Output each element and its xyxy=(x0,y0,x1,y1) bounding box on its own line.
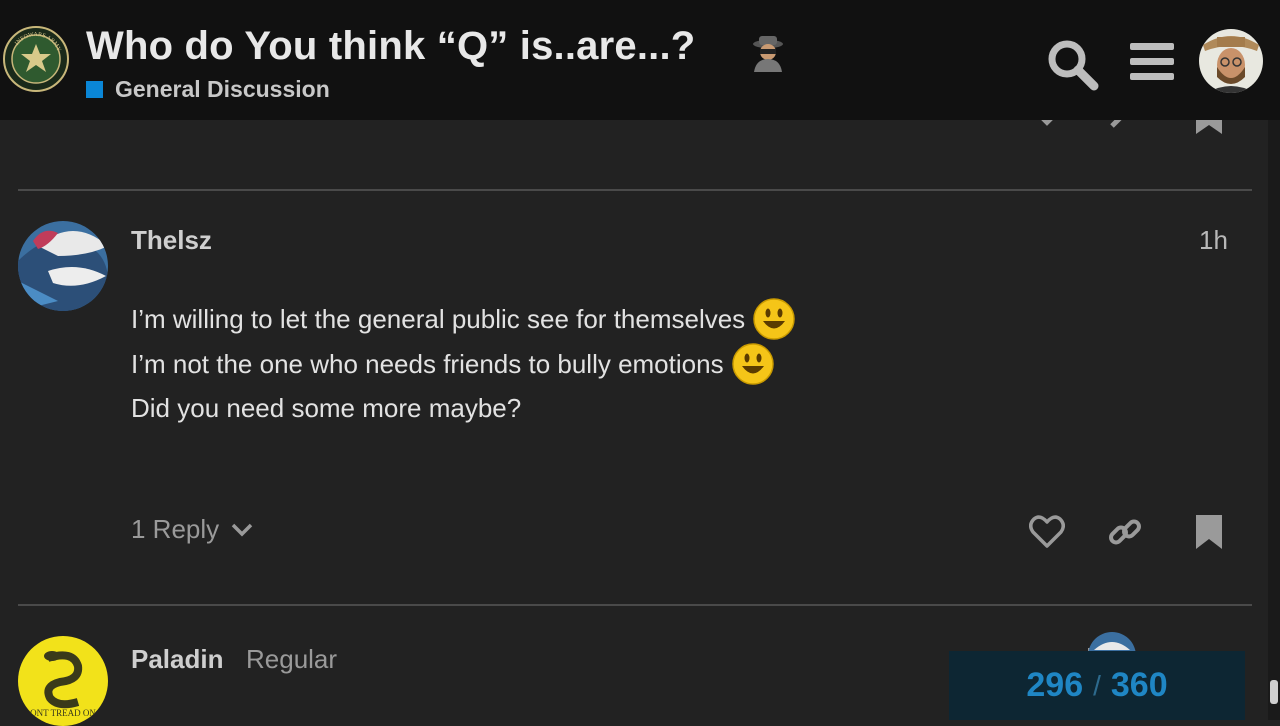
hamburger-menu-icon[interactable] xyxy=(1128,40,1176,84)
post-divider xyxy=(18,189,1252,191)
post-body: I’m willing to let the general public se… xyxy=(131,297,795,431)
show-replies-button[interactable]: 1 Reply xyxy=(131,514,255,545)
current-post-number: 296 xyxy=(1026,666,1084,704)
post-username[interactable]: Paladin xyxy=(131,644,223,675)
scrollbar-thumb[interactable] xyxy=(1270,680,1278,704)
search-icon[interactable] xyxy=(1044,36,1100,92)
post-avatar-paladin[interactable]: ONT TREAD ON xyxy=(18,636,108,726)
svg-text:ONT TREAD ON: ONT TREAD ON xyxy=(30,708,96,718)
current-user-avatar[interactable] xyxy=(1199,29,1263,93)
smiley-emoji-icon xyxy=(753,298,795,340)
replies-count-label: 1 Reply xyxy=(131,514,220,544)
page-scrollbar[interactable] xyxy=(1268,120,1280,720)
chevron-down-icon xyxy=(231,523,253,536)
like-icon[interactable] xyxy=(1029,515,1065,549)
user-title: Regular xyxy=(246,644,338,674)
post-date[interactable]: 1h xyxy=(1199,225,1228,256)
post-line-text: I’m willing to let the general public se… xyxy=(131,304,746,334)
post-line: I’m willing to let the general public se… xyxy=(131,297,795,342)
detective-emoji-icon xyxy=(753,36,783,72)
post-line: I’m not the one who needs friends to bul… xyxy=(131,342,795,387)
copy-link-icon[interactable] xyxy=(1107,514,1143,550)
topic-progress-indicator[interactable]: 296 / 360 xyxy=(949,651,1245,720)
post-line: Did you need some more maybe? xyxy=(131,386,795,431)
post-line-text: I’m not the one who needs friends to bul… xyxy=(131,348,724,379)
site-logo-icon[interactable]: INFOWARS ARMY xyxy=(3,26,69,92)
progress-separator: / xyxy=(1093,669,1101,701)
bookmark-icon[interactable] xyxy=(1196,515,1222,549)
post-divider xyxy=(18,604,1252,606)
post-line-text: Did you need some more maybe? xyxy=(131,393,522,423)
category-label: General Discussion xyxy=(115,75,330,102)
smiley-emoji-icon xyxy=(731,343,774,385)
post-avatar-thelsz[interactable] xyxy=(18,221,108,311)
category-color-swatch xyxy=(86,80,103,98)
total-post-count: 360 xyxy=(1110,666,1168,704)
site-header: INFOWARS ARMY Who do You think “Q” is..a… xyxy=(0,0,1280,120)
topic-title[interactable]: Who do You think “Q” is..are...? xyxy=(86,24,695,69)
category-badge[interactable]: General Discussion xyxy=(86,75,330,103)
post-username[interactable]: Thelsz xyxy=(131,225,212,256)
